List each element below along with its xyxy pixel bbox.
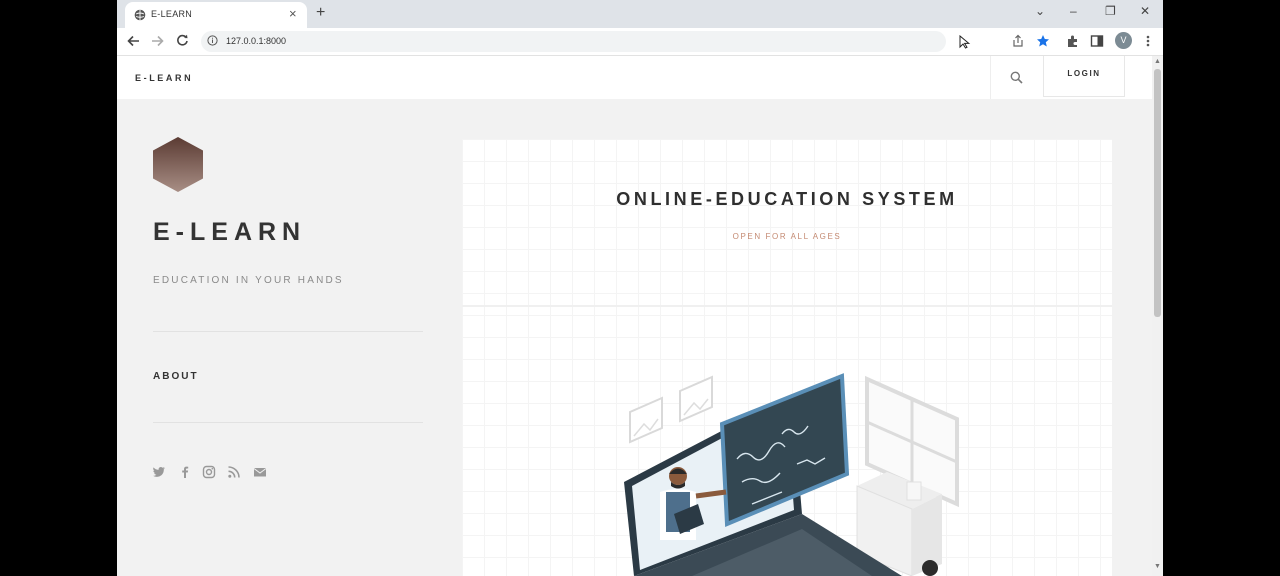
scroll-down-icon[interactable]: ▼ [1154, 563, 1161, 570]
search-button[interactable] [990, 56, 1041, 99]
tab-strip: E-LEARN × + ⌄ – ❐ ✕ [117, 0, 1163, 28]
sidebar-divider [153, 331, 423, 332]
teacher-laptop-illustration [624, 373, 959, 576]
forward-arrow-icon[interactable] [151, 35, 164, 47]
sidebar-divider [153, 422, 423, 423]
facebook-icon[interactable] [178, 465, 192, 479]
login-label: LOGIN [1067, 69, 1101, 78]
mouse-cursor-icon [959, 35, 971, 49]
star-icon[interactable] [1036, 34, 1050, 48]
close-window-button[interactable]: ✕ [1140, 4, 1150, 18]
share-icon[interactable] [1011, 34, 1025, 48]
browser-tab[interactable]: E-LEARN × [125, 2, 307, 28]
restore-button[interactable]: ❐ [1105, 4, 1116, 18]
instagram-icon[interactable] [202, 465, 216, 479]
hexagon-logo-icon [153, 137, 203, 192]
hero-divider [462, 305, 1112, 307]
login-button[interactable]: LOGIN [1043, 56, 1125, 97]
close-tab-icon[interactable]: × [289, 7, 297, 21]
site-header: E-LEARN LOGIN [117, 56, 1152, 99]
scroll-up-icon[interactable]: ▲ [1154, 58, 1161, 65]
extensions-icon[interactable] [1066, 34, 1080, 48]
browser-toolbar: 127.0.0.1:8000 V [117, 28, 1163, 56]
globe-icon [134, 9, 146, 21]
address-bar[interactable]: 127.0.0.1:8000 [201, 31, 946, 52]
brand-tagline: EDUCATION IN YOUR HANDS [153, 275, 344, 286]
new-tab-button[interactable]: + [316, 4, 325, 22]
hero-panel: ONLINE-EDUCATION SYSTEM OPEN FOR ALL AGE… [462, 139, 1112, 576]
hero-subtitle: OPEN FOR ALL AGES [732, 232, 842, 241]
kebab-menu-icon[interactable] [1141, 34, 1155, 48]
twitter-icon[interactable] [152, 465, 166, 479]
profile-avatar[interactable]: V [1115, 32, 1132, 49]
tab-search-icon[interactable]: ⌄ [1035, 4, 1045, 18]
site-logo-text[interactable]: E-LEARN [135, 73, 193, 83]
mail-icon[interactable] [253, 465, 267, 479]
sidepanel-icon[interactable] [1090, 34, 1104, 48]
scrollbar-thumb[interactable] [1154, 69, 1161, 317]
hero-title: ONLINE-EDUCATION SYSTEM [616, 189, 958, 209]
brand-title: E-LEARN [153, 218, 307, 246]
minimize-button[interactable]: – [1070, 4, 1077, 18]
about-link[interactable]: ABOUT [153, 371, 199, 382]
reload-icon[interactable] [176, 34, 189, 47]
site-info-icon[interactable] [207, 35, 218, 46]
search-icon [1010, 71, 1023, 84]
url-text: 127.0.0.1:8000 [226, 36, 287, 46]
page-scrollbar[interactable]: ▲ ▼ [1152, 56, 1163, 576]
webpage: E-LEARN LOGIN ▲ ▼ E-LEARN EDUCATION IN Y… [117, 56, 1163, 576]
back-arrow-icon[interactable] [127, 35, 140, 47]
tab-title: E-LEARN [151, 9, 193, 19]
rss-icon[interactable] [227, 465, 241, 479]
browser-window: E-LEARN × + ⌄ – ❐ ✕ 127.0.0.1:8000 V E-L… [117, 0, 1163, 576]
